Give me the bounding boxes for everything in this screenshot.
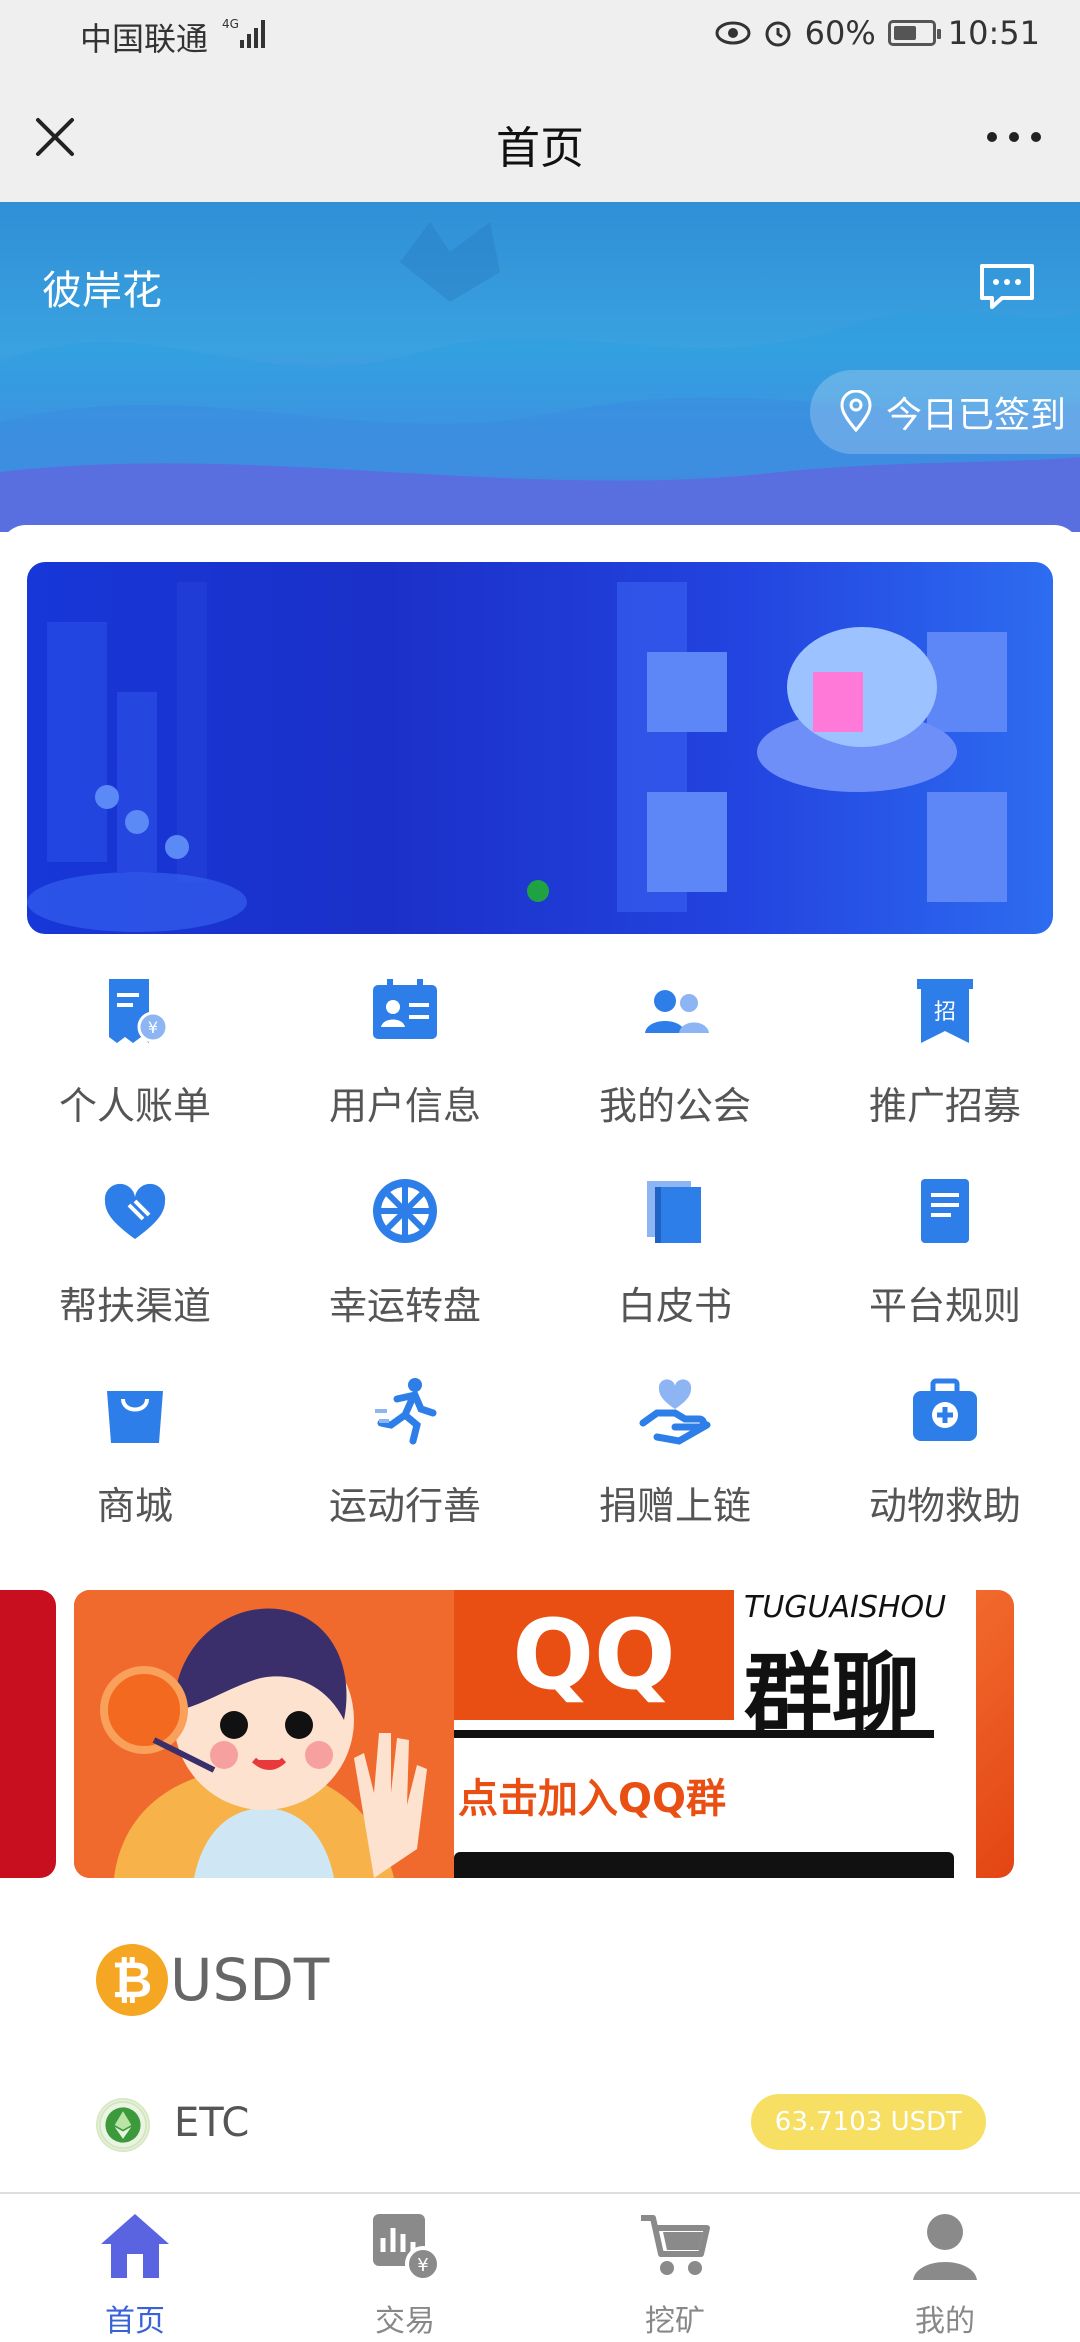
grid-item-animal-rescue[interactable]: 动物救助 — [810, 1375, 1080, 1530]
banner-carousel[interactable] — [27, 562, 1053, 934]
grid-item-bill[interactable]: ¥ 个人账单 — [0, 975, 270, 1130]
grid-item-donate[interactable]: 捐赠上链 — [540, 1375, 810, 1530]
user-icon — [913, 2214, 977, 2280]
battery-icon — [887, 20, 941, 46]
carrier-label: 中国联通 — [80, 20, 209, 58]
id-card-icon — [373, 979, 437, 1039]
more-icon[interactable] — [984, 130, 1044, 144]
svg-text:¥: ¥ — [417, 2255, 428, 2276]
wallet-title: USDT — [170, 1946, 330, 2014]
wallet-header: ₿ USDT — [96, 1944, 329, 2016]
tab-label: 首页 — [105, 2304, 165, 2339]
grid-label: 平台规则 — [868, 1284, 1021, 1328]
grid-item-whitepaper[interactable]: 白皮书 — [540, 1175, 810, 1330]
qq-label: QQ — [454, 1590, 734, 1720]
banner-illustration — [27, 582, 1007, 932]
grid-label: 推广招募 — [868, 1084, 1021, 1128]
svg-text:招: 招 — [934, 1000, 956, 1025]
tab-label: 交易 — [375, 2304, 435, 2339]
coin-name: ETC — [174, 2100, 250, 2146]
grid-label: 用户信息 — [328, 1084, 481, 1128]
header-banner: 彼岸花 今日已签到 — [0, 202, 1080, 532]
status-bar: 中国联通 4G 60% 10:51 — [0, 0, 1080, 72]
ethereum-classic-icon — [96, 2098, 150, 2152]
grid-label: 幸运转盘 — [328, 1284, 481, 1328]
tab-trade[interactable]: ¥ 交易 — [270, 2208, 540, 2340]
grid-label: 动物救助 — [868, 1484, 1021, 1528]
grid-label: 捐赠上链 — [598, 1484, 751, 1528]
group-icon — [645, 990, 709, 1033]
grid-item-recruit[interactable]: 招 推广招募 — [810, 975, 1080, 1130]
tab-home[interactable]: 首页 — [0, 2208, 270, 2340]
grid-label: 帮扶渠道 — [58, 1284, 211, 1328]
page-title: 首页 — [496, 123, 584, 174]
heart-hand-icon — [104, 1183, 166, 1239]
status-right: 60% 10:51 — [715, 14, 1040, 52]
promo-divider — [454, 1730, 934, 1738]
recruit-icon: 招 — [917, 979, 973, 1043]
carousel-indicator[interactable] — [527, 880, 549, 902]
eye-icon — [715, 21, 751, 45]
grid-item-mall[interactable]: 商城 — [0, 1375, 270, 1530]
rules-icon — [921, 1179, 969, 1243]
alarm-icon — [765, 21, 791, 47]
grid-item-rules[interactable]: 平台规则 — [810, 1175, 1080, 1330]
chart-yen-icon: ¥ — [373, 2214, 441, 2282]
grid-label: 运动行善 — [328, 1484, 481, 1528]
promo-stripe — [976, 1590, 1014, 1878]
list-item[interactable]: ETC 63.7103 USDT — [96, 2094, 986, 2154]
location-pin-icon — [840, 390, 872, 433]
grid-label: 个人账单 — [58, 1084, 211, 1128]
nav-bar: 首页 — [0, 72, 1080, 202]
tab-profile[interactable]: 我的 — [810, 2208, 1080, 2340]
coin-value-badge: 63.7103 USDT — [750, 2094, 986, 2150]
cart-icon — [641, 2215, 710, 2275]
promo-prev-card[interactable] — [0, 1590, 56, 1878]
checkin-button[interactable]: 今日已签到 — [810, 370, 1080, 454]
wheel-icon — [373, 1179, 437, 1243]
brand-label: TUGUAISHOU — [744, 1590, 947, 1625]
checkin-label: 今日已签到 — [886, 395, 1067, 436]
bottom-tab-bar: 首页 ¥ 交易 挖矿 我的 — [0, 2192, 1080, 2342]
grid-item-guild[interactable]: 我的公会 — [540, 975, 810, 1130]
support-agent-illustration — [74, 1590, 454, 1878]
grid-item-sport[interactable]: 运动行善 — [270, 1375, 540, 1530]
clock: 10:51 — [947, 14, 1040, 52]
message-icon[interactable] — [978, 262, 1036, 310]
book-icon — [647, 1181, 701, 1243]
username: 彼岸花 — [42, 268, 162, 314]
hero-background-art — [0, 222, 1080, 532]
tab-label: 我的 — [915, 2304, 975, 2339]
promo-bottom-bar — [454, 1852, 954, 1878]
donate-icon — [639, 1379, 711, 1445]
grid-item-user-info[interactable]: 用户信息 — [270, 975, 540, 1130]
grid-item-support[interactable]: 帮扶渠道 — [0, 1175, 270, 1330]
bill-icon: ¥ — [109, 979, 169, 1043]
promo-cta: 点击加入QQ群 — [458, 1776, 727, 1822]
shopping-bag-icon — [107, 1391, 163, 1443]
medical-kit-icon — [913, 1378, 977, 1441]
svg-text:4G: 4G — [222, 17, 239, 31]
running-icon — [375, 1378, 437, 1445]
svg-text:¥: ¥ — [148, 1018, 158, 1037]
signal-icon: 4G — [222, 17, 265, 48]
battery-label: 60% — [804, 14, 876, 52]
grid-label: 我的公会 — [598, 1084, 751, 1128]
tab-label: 挖矿 — [645, 2304, 705, 2339]
bitcoin-icon: ₿ — [96, 1944, 168, 2016]
home-icon — [101, 2214, 169, 2278]
grid-label: 白皮书 — [617, 1284, 732, 1328]
grid-label: 商城 — [96, 1484, 173, 1528]
grid-item-wheel[interactable]: 幸运转盘 — [270, 1175, 540, 1330]
qq-group-banner[interactable]: QQ TUGUAISHOU 群聊 点击加入QQ群 — [74, 1590, 1014, 1878]
tab-mining[interactable]: 挖矿 — [540, 2208, 810, 2340]
